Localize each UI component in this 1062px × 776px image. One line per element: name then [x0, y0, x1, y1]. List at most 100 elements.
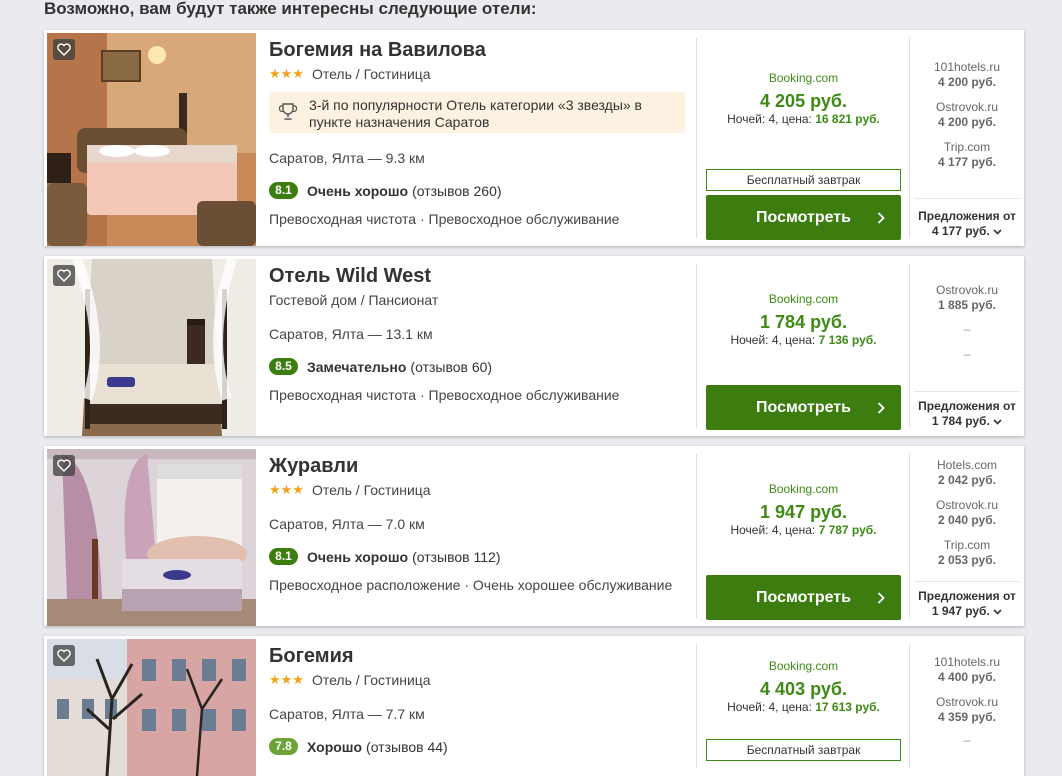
offer-item[interactable]: Trip.com 4 177 руб.: [910, 140, 1024, 169]
hotel-type-line: Гостевой дом / Пансионат: [269, 292, 438, 308]
features: Превосходная чистота · Превосходное обсл…: [269, 211, 620, 227]
offer-item[interactable]: 101hotels.ru 4 400 руб.: [910, 655, 1024, 684]
hotel-photo[interactable]: [47, 33, 256, 246]
provider-name[interactable]: Booking.com: [706, 71, 901, 85]
hotel-name[interactable]: Журавли: [269, 455, 358, 478]
hotel-photo[interactable]: [47, 449, 256, 626]
main-offer: Booking.com 4 403 руб. Ночей: 4, цена: 1…: [706, 636, 901, 776]
view-deal-button[interactable]: Посмотреть: [706, 575, 901, 620]
hotel-type: Отель / Гостиница: [311, 672, 431, 688]
view-deal-button[interactable]: Посмотреть: [706, 385, 901, 430]
review-count[interactable]: (отзывов 112): [412, 549, 500, 565]
more-offers-price: 4 177 руб.: [931, 224, 990, 238]
chevron-down-icon: [993, 419, 1002, 425]
total-price: 17 613 руб.: [815, 700, 880, 714]
more-offers-link[interactable]: Предложения от 1 947 руб.: [910, 589, 1024, 619]
rating-line: 8.1 Очень хорошо (отзывов 260): [269, 182, 502, 199]
other-offers: Hotels.com 2 042 руб. Ostrovok.ru 2 040 ру…: [910, 446, 1024, 626]
breakfast-badge: Бесплатный завтрак: [706, 169, 901, 191]
hotel-type-line: ★★★ Отель / Гостиница: [269, 482, 431, 498]
score-badge: 8.1: [269, 548, 298, 565]
hotel-info: Отель Wild West Гостевой дом / Пансионат…: [269, 256, 689, 436]
view-deal-label: Посмотреть: [756, 209, 851, 226]
rating-line: 8.5 Замечательно (отзывов 60): [269, 358, 492, 375]
offer-price: 1 885 руб.: [938, 298, 996, 312]
hotel-name[interactable]: Богемия на Вавилова: [269, 39, 486, 62]
star-rating: ★★★: [269, 482, 304, 497]
offer-provider: Ostrovok.ru: [935, 100, 998, 114]
hotel-type: Гостевой дом / Пансионат: [269, 292, 439, 308]
hotel-photo[interactable]: [47, 639, 256, 776]
building-photo-image: [47, 639, 256, 776]
hotel-name[interactable]: Богемия: [269, 645, 354, 668]
offer-price: 2 042 руб.: [938, 473, 996, 487]
divider: [696, 644, 697, 768]
trophy-icon: [279, 103, 297, 120]
room-photo-image: [47, 449, 256, 626]
offer-item[interactable]: Ostrovok.ru 4 359 руб.: [910, 695, 1024, 724]
price: 4 205 руб.: [760, 91, 847, 111]
offer-item[interactable]: Ostrovok.ru 2 040 руб.: [910, 498, 1024, 527]
more-offers-link[interactable]: Предложения от 4 177 руб.: [910, 209, 1024, 239]
review-count[interactable]: (отзывов 260): [412, 183, 501, 199]
hotel-type: Отель / Гостиница: [311, 482, 431, 498]
favorite-button[interactable]: [53, 265, 75, 286]
nights-label: Ночей: 4, цена:: [730, 333, 819, 347]
score-badge: 7.8: [269, 738, 298, 755]
favorite-button[interactable]: [53, 39, 75, 60]
offer-provider: 101hotels.ru: [933, 60, 1001, 74]
award-text: 3-й по популярности Отель категории «3 з…: [309, 97, 642, 130]
nights-label: Ночей: 4, цена:: [730, 523, 819, 537]
view-deal-button[interactable]: Посмотреть: [706, 195, 901, 240]
offer-price: 4 400 руб.: [938, 670, 996, 684]
chevron-right-icon: [877, 402, 885, 414]
more-offers-link[interactable]: Предложения от 1 784 руб.: [910, 399, 1024, 429]
price: 4 403 руб.: [760, 679, 847, 699]
chevron-right-icon: [877, 212, 885, 224]
distance: Саратов, Ялта — 13.1 км: [269, 326, 433, 342]
total-price: 7 136 руб.: [818, 333, 877, 347]
hotel-card[interactable]: Богемия ★★★ Отель / Гостиница Саратов, Я…: [44, 636, 1024, 776]
review-count[interactable]: (отзывов 60): [410, 359, 492, 375]
rating-word: Очень хорошо: [307, 548, 409, 565]
hotel-card[interactable]: Богемия на Вавилова ★★★ Отель / Гостиниц…: [44, 30, 1024, 246]
hotel-card[interactable]: Отель Wild West Гостевой дом / Пансионат…: [44, 256, 1024, 436]
total-price: 7 787 руб.: [818, 523, 877, 537]
offer-provider: Ostrovok.ru: [935, 695, 998, 709]
provider-name[interactable]: Booking.com: [706, 292, 901, 306]
hotel-type-line: ★★★ Отель / Гостиница: [269, 672, 431, 688]
nights-label: Ночей: 4, цена:: [727, 700, 816, 714]
offer-item[interactable]: 101hotels.ru 4 200 руб.: [910, 60, 1024, 89]
offer-item[interactable]: Trip.com 2 053 руб.: [910, 538, 1024, 567]
offer-item[interactable]: Ostrovok.ru 1 885 руб.: [910, 283, 1024, 312]
hotel-info: Богемия на Вавилова ★★★ Отель / Гостиниц…: [269, 30, 689, 246]
hotel-photo[interactable]: [47, 259, 256, 436]
provider-name[interactable]: Booking.com: [706, 482, 901, 496]
hotel-type: Отель / Гостиница: [311, 66, 431, 82]
hotel-info: Журавли ★★★ Отель / Гостиница Саратов, Я…: [269, 446, 689, 626]
empty-offer: –: [963, 347, 971, 361]
empty-offer: –: [963, 322, 971, 336]
more-offers-label: Предложения от: [918, 209, 1016, 223]
hotel-name[interactable]: Отель Wild West: [269, 265, 431, 288]
chevron-down-icon: [993, 609, 1002, 615]
favorite-button[interactable]: [53, 645, 75, 666]
nights-total: Ночей: 4, цена: 7 787 руб.: [706, 523, 901, 537]
offer-price: 2 053 руб.: [938, 553, 996, 567]
divider: [914, 581, 1020, 582]
total-price: 16 821 руб.: [815, 112, 880, 126]
heart-icon: [57, 269, 71, 282]
room-photo-image: [47, 33, 256, 246]
divider: [914, 198, 1020, 199]
room-photo-image: [47, 259, 256, 436]
rating-word: Хорошо: [307, 738, 363, 755]
distance: Саратов, Ялта — 7.0 км: [269, 516, 425, 532]
favorite-button[interactable]: [53, 455, 75, 476]
offer-item[interactable]: Hotels.com 2 042 руб.: [910, 458, 1024, 487]
offer-item[interactable]: Ostrovok.ru 4 200 руб.: [910, 100, 1024, 129]
chevron-down-icon: [993, 229, 1002, 235]
hotel-card[interactable]: Журавли ★★★ Отель / Гостиница Саратов, Я…: [44, 446, 1024, 626]
review-count[interactable]: (отзывов 44): [366, 739, 448, 755]
score-badge: 8.1: [269, 182, 298, 199]
provider-name[interactable]: Booking.com: [706, 659, 901, 673]
